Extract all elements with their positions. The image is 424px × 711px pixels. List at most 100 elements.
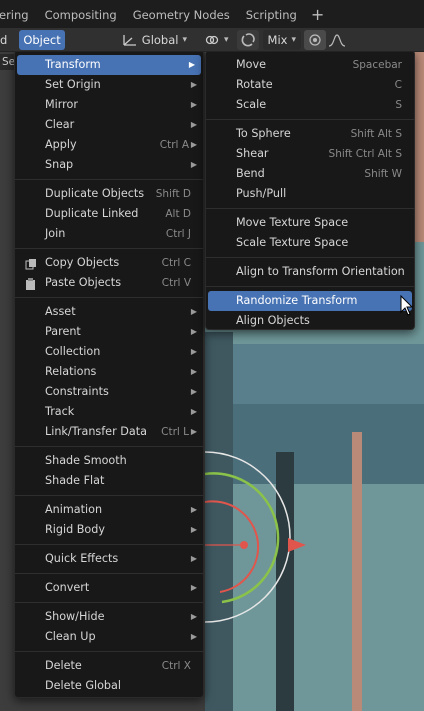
shortcut-label: Ctrl A bbox=[159, 139, 189, 151]
falloff-dropdown[interactable] bbox=[326, 30, 348, 50]
shortcut-label: Spacebar bbox=[352, 59, 402, 71]
menu-item-label: Shear bbox=[236, 147, 269, 160]
object-menu-item-collection[interactable]: Collection ▶ bbox=[15, 342, 203, 362]
menu-item-label: Delete bbox=[45, 659, 82, 672]
object-menu-item-track[interactable]: Track ▶ bbox=[15, 402, 203, 422]
object-menu-item-transform[interactable]: Transform ▶ bbox=[17, 55, 201, 75]
menu-item-label: Collection bbox=[45, 345, 101, 358]
menu-separator bbox=[15, 651, 203, 652]
object-menu-item-paste-objects[interactable]: Paste Objects Ctrl V bbox=[15, 273, 203, 293]
transform-menu-item-rotate[interactable]: Rotate C bbox=[206, 75, 414, 95]
menu-item-label: Move Texture Space bbox=[236, 216, 349, 229]
menu-item-label: Scale bbox=[236, 98, 267, 111]
object-menu-item-parent[interactable]: Parent ▶ bbox=[15, 322, 203, 342]
snap-toggle[interactable] bbox=[236, 29, 259, 50]
tab-layout-partial[interactable]: ering bbox=[0, 0, 37, 28]
submenu-arrow-icon: ▶ bbox=[190, 583, 197, 592]
shortcut-label: Ctrl C bbox=[161, 257, 191, 269]
submenu-arrow-icon: ▶ bbox=[190, 525, 197, 534]
menu-item-label: Rotate bbox=[236, 78, 273, 91]
shortcut-label: Shift D bbox=[155, 188, 191, 200]
magnet-icon bbox=[241, 32, 255, 46]
transform-menu-item-align-to-transform-orientation[interactable]: Align to Transform Orientation bbox=[206, 262, 414, 282]
transform-menu-item-move[interactable]: Move Spacebar bbox=[206, 55, 414, 75]
3d-viewport[interactable]: Sel Transform ▶ Set Origin ▶ Mirror ▶ Clear ▶ Ap… bbox=[0, 52, 424, 711]
menu-separator bbox=[15, 602, 203, 603]
proportional-edit-toggle[interactable] bbox=[304, 29, 326, 50]
blend-mode-dropdown[interactable]: Mix ▾ bbox=[262, 29, 301, 50]
transform-menu-item-push-pull[interactable]: Push/Pull bbox=[206, 184, 414, 204]
menu-item-label: Show/Hide bbox=[45, 610, 105, 623]
menu-object[interactable]: Object bbox=[19, 29, 65, 50]
submenu-arrow-icon: ▶ bbox=[190, 327, 197, 336]
submenu-arrow-icon: ▶ bbox=[190, 505, 197, 514]
object-menu-item-animation[interactable]: Animation ▶ bbox=[15, 500, 203, 520]
object-menu-item-duplicate-linked[interactable]: Duplicate Linked Alt D bbox=[15, 204, 203, 224]
object-menu-item-link-transfer-data[interactable]: Link/Transfer Data Ctrl L ▶ bbox=[15, 422, 203, 442]
menu-item-label: Constraints bbox=[45, 385, 109, 398]
object-menu-item-constraints[interactable]: Constraints ▶ bbox=[15, 382, 203, 402]
transform-menu-item-randomize-transform[interactable]: Randomize Transform bbox=[208, 291, 412, 311]
transform-menu-item-shear[interactable]: Shear Shift Ctrl Alt S bbox=[206, 144, 414, 164]
tab-geometry-nodes[interactable]: Geometry Nodes bbox=[125, 0, 238, 28]
object-menu: Transform ▶ Set Origin ▶ Mirror ▶ Clear ▶ Apply C… bbox=[14, 52, 204, 698]
object-menu-item-join[interactable]: Join Ctrl J bbox=[15, 224, 203, 244]
object-menu-item-mirror[interactable]: Mirror ▶ bbox=[15, 95, 203, 115]
menu-separator bbox=[15, 495, 203, 496]
submenu-arrow-icon: ▶ bbox=[190, 120, 197, 129]
object-menu-item-asset[interactable]: Asset ▶ bbox=[15, 302, 203, 322]
object-menu-item-convert[interactable]: Convert ▶ bbox=[15, 578, 203, 598]
shortcut-label: Ctrl V bbox=[161, 277, 191, 289]
transform-menu-item-move-texture-space[interactable]: Move Texture Space bbox=[206, 213, 414, 233]
menu-item-label: Set Origin bbox=[45, 78, 101, 91]
menu-separator bbox=[15, 179, 203, 180]
menu-separator bbox=[15, 544, 203, 545]
menu-item-label: To Sphere bbox=[236, 127, 291, 140]
object-menu-item-delete[interactable]: Delete Ctrl X bbox=[15, 656, 203, 676]
menu-separator bbox=[206, 208, 414, 209]
menu-item-label: Relations bbox=[45, 365, 97, 378]
menu-item-label: Shade Flat bbox=[45, 474, 105, 487]
object-menu-item-clean-up[interactable]: Clean Up ▶ bbox=[15, 627, 203, 647]
menu-separator bbox=[15, 248, 203, 249]
object-menu-item-duplicate-objects[interactable]: Duplicate Objects Shift D bbox=[15, 184, 203, 204]
submenu-arrow-icon: ▶ bbox=[190, 80, 197, 89]
object-menu-item-delete-global[interactable]: Delete Global bbox=[15, 676, 203, 696]
menu-separator bbox=[15, 573, 203, 574]
menu-item-label: Randomize Transform bbox=[236, 294, 358, 307]
menu-item-label: Snap bbox=[45, 158, 74, 171]
menu-item-label: Convert bbox=[45, 581, 90, 594]
transform-menu-item-scale-texture-space[interactable]: Scale Texture Space bbox=[206, 233, 414, 253]
object-menu-item-quick-effects[interactable]: Quick Effects ▶ bbox=[15, 549, 203, 569]
shortcut-label: Shift Alt S bbox=[350, 128, 402, 140]
object-menu-item-copy-objects[interactable]: Copy Objects Ctrl C bbox=[15, 253, 203, 273]
menu-add-partial[interactable]: d bbox=[0, 30, 11, 50]
submenu-arrow-icon: ▶ bbox=[190, 427, 197, 436]
pivot-dropdown[interactable]: ▾ bbox=[202, 30, 231, 50]
tab-compositing[interactable]: Compositing bbox=[37, 0, 125, 28]
paste-icon bbox=[25, 277, 37, 290]
menu-item-label: Rigid Body bbox=[45, 523, 105, 536]
menu-item-label: Duplicate Linked bbox=[45, 207, 139, 220]
chevron-down-icon: ▾ bbox=[182, 34, 187, 45]
add-workspace-button[interactable]: + bbox=[305, 5, 330, 24]
object-menu-item-clear[interactable]: Clear ▶ bbox=[15, 115, 203, 135]
tab-scripting[interactable]: Scripting bbox=[238, 0, 305, 28]
rotate-gizmo bbox=[204, 451, 306, 623]
shortcut-label: Shift W bbox=[364, 168, 402, 180]
object-menu-item-rigid-body[interactable]: Rigid Body ▶ bbox=[15, 520, 203, 540]
object-menu-item-relations[interactable]: Relations ▶ bbox=[15, 362, 203, 382]
orientation-dropdown[interactable]: Global ▾ bbox=[117, 30, 192, 50]
transform-menu-item-to-sphere[interactable]: To Sphere Shift Alt S bbox=[206, 124, 414, 144]
transform-menu-item-bend[interactable]: Bend Shift W bbox=[206, 164, 414, 184]
object-menu-item-shade-flat[interactable]: Shade Flat bbox=[15, 471, 203, 491]
transform-menu-item-align-objects[interactable]: Align Objects bbox=[206, 311, 414, 331]
object-menu-item-apply[interactable]: Apply Ctrl A ▶ bbox=[15, 135, 203, 155]
object-menu-item-snap[interactable]: Snap ▶ bbox=[15, 155, 203, 175]
object-menu-item-set-origin[interactable]: Set Origin ▶ bbox=[15, 75, 203, 95]
transform-menu-item-scale[interactable]: Scale S bbox=[206, 95, 414, 115]
object-menu-item-show-hide[interactable]: Show/Hide ▶ bbox=[15, 607, 203, 627]
copy-icon bbox=[25, 257, 37, 270]
object-menu-item-shade-smooth[interactable]: Shade Smooth bbox=[15, 451, 203, 471]
menu-item-label: Asset bbox=[45, 305, 76, 318]
